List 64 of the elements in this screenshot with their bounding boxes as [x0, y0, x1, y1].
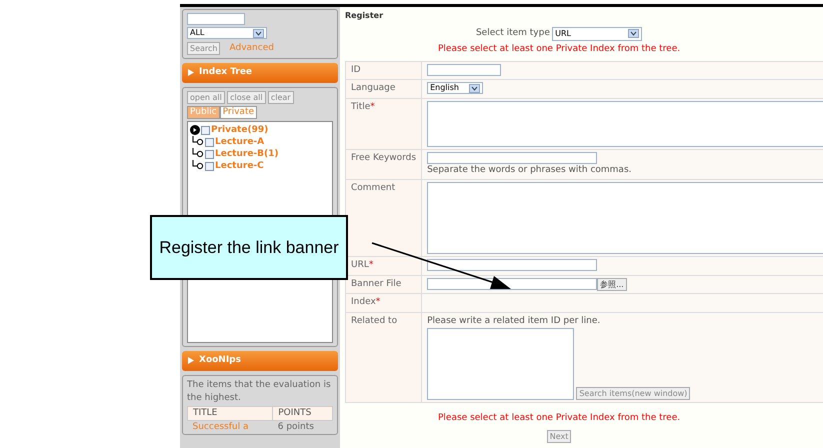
- column-header: TITLE: [188, 406, 273, 420]
- description-text: The items that the evaluation is the highest.: [187, 378, 332, 405]
- text-area[interactable]: [427, 328, 574, 400]
- field-label: Language: [351, 83, 396, 94]
- required-mark: *: [376, 297, 380, 308]
- page-title: Register: [345, 10, 384, 22]
- index-tree-bar-title: Index Tree: [199, 66, 252, 79]
- expander-icon[interactable]: [190, 125, 200, 135]
- field-label: URL: [351, 260, 369, 270]
- tree-tab[interactable]: Public: [187, 106, 220, 119]
- input-field[interactable]: [427, 64, 502, 76]
- file-field[interactable]: [427, 278, 598, 290]
- xoonips-bar-title: XooNIps: [199, 354, 241, 367]
- tree-item[interactable]: Lecture-C: [215, 160, 264, 172]
- error-message: Please select at least one Private Index from the tree.: [438, 412, 680, 426]
- table-cell[interactable]: Successful a: [188, 420, 273, 434]
- branch-icon: [190, 136, 204, 148]
- browse-button[interactable]: 参照...: [597, 278, 627, 291]
- tree-item[interactable]: Lecture-B(1): [215, 148, 279, 160]
- column-header: POINTS: [272, 406, 332, 420]
- search-button[interactable]: Search: [187, 42, 220, 55]
- tree-button[interactable]: clear: [268, 90, 294, 104]
- checkbox[interactable]: [205, 162, 214, 170]
- error-message: Please select at least one Private Index from the tree.: [438, 42, 680, 56]
- next-button[interactable]: Next: [546, 430, 572, 444]
- tree-tab[interactable]: Private: [220, 106, 258, 119]
- required-mark: *: [370, 102, 375, 112]
- item-type-select[interactable]: URL: [552, 26, 642, 40]
- input-field[interactable]: [427, 259, 598, 272]
- tree-button[interactable]: close all: [227, 90, 266, 104]
- hint-text: Please write a related item ID per line.: [427, 314, 602, 328]
- triangle-icon: [188, 357, 194, 364]
- branch-icon: [190, 148, 204, 160]
- scope-select[interactable]: ALL: [187, 27, 267, 40]
- advanced-link[interactable]: Advanced: [229, 42, 274, 55]
- branch-icon: [190, 160, 204, 172]
- field-label: Free Keywords: [351, 152, 416, 163]
- field-label: Index: [351, 297, 376, 308]
- callout-box: Register the link banner: [150, 215, 348, 280]
- language-select[interactable]: English: [427, 82, 484, 94]
- tree-button[interactable]: open all: [187, 90, 225, 104]
- checkbox[interactable]: [205, 138, 214, 146]
- search-items-button[interactable]: Search items(new window): [576, 387, 690, 400]
- field-label: ID: [351, 64, 361, 75]
- text-area[interactable]: [427, 182, 823, 254]
- dropdown-icon: [469, 84, 480, 93]
- field-label: Related to: [351, 316, 398, 326]
- dropdown-icon: [628, 29, 640, 38]
- text-area[interactable]: [427, 100, 823, 147]
- triangle-icon: [188, 69, 194, 76]
- dropdown-icon: [253, 28, 264, 38]
- search-field[interactable]: [187, 13, 245, 25]
- tree-item[interactable]: Lecture-A: [215, 136, 264, 148]
- input-field[interactable]: [427, 152, 598, 164]
- field-label: Comment: [351, 183, 396, 194]
- checkbox[interactable]: [201, 126, 210, 134]
- field-label: Title: [351, 102, 370, 112]
- required-mark: *: [368, 260, 374, 270]
- hint-text: Separate the words or phrases with commas.: [427, 164, 633, 177]
- table-cell: 6 points: [272, 420, 332, 434]
- tree-item[interactable]: Private(99): [211, 124, 268, 136]
- item-type-label: Select item type: [476, 26, 550, 40]
- field-label: Banner File: [351, 278, 402, 289]
- checkbox[interactable]: [205, 150, 214, 158]
